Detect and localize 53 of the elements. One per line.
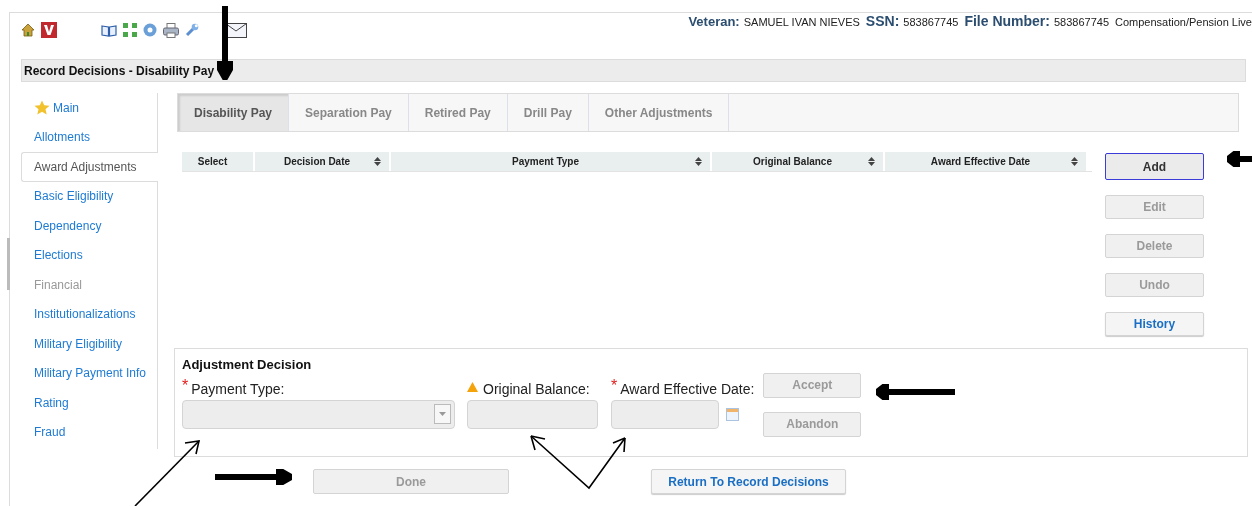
action-button[interactable]: Add (1105, 153, 1204, 180)
annotation-arrow (1227, 151, 1252, 167)
sidebar-item[interactable]: Rating (21, 388, 157, 418)
sidebar-item[interactable]: Main (21, 93, 157, 123)
action-button[interactable]: History (1105, 312, 1204, 336)
wrench-icon[interactable] (185, 23, 199, 37)
v-logo-icon[interactable] (41, 22, 57, 38)
sidebar-item[interactable]: Award Adjustments (21, 152, 158, 182)
sidebar-item[interactable]: Military Payment Info (21, 358, 157, 388)
column-header[interactable]: Original Balance (712, 152, 883, 171)
sidebar-item[interactable]: Institutionalizations (21, 299, 157, 329)
star-icon (34, 100, 50, 116)
column-header[interactable]: Decision Date (255, 152, 389, 171)
ssn-label: SSN: (865, 12, 900, 31)
sort-icon (1071, 157, 1078, 166)
tab[interactable]: Separation Pay (289, 94, 409, 131)
required-mark: * (182, 377, 189, 394)
action-button[interactable]: Return To Record Decisions (651, 469, 846, 494)
required-mark: * (611, 377, 618, 394)
veteran-name: SAMUEL IVAN NIEVES (743, 15, 860, 30)
file-number-label: File Number: (964, 12, 1050, 31)
column-header[interactable]: Payment Type (391, 152, 710, 171)
sidebar-item[interactable]: Fraud (21, 417, 157, 447)
sort-icon (868, 157, 875, 166)
calendar-icon[interactable] (726, 407, 739, 421)
tab[interactable]: Drill Pay (507, 94, 589, 131)
sidebar-item[interactable]: Dependency (21, 211, 157, 241)
page-title: Record Decisions - Disability Pay (24, 62, 215, 80)
tab[interactable]: Retired Pay (408, 94, 508, 131)
panel-title: Adjustment Decision (182, 356, 313, 374)
file-number-value: 583867745 (1053, 15, 1109, 30)
help-icon[interactable] (143, 23, 157, 37)
column-header[interactable]: Select (182, 152, 253, 171)
home-icon[interactable] (21, 23, 35, 37)
tab[interactable]: Other Adjustments (588, 94, 730, 131)
ssn-value: 583867745 (903, 15, 959, 30)
sidebar-item[interactable]: Elections (21, 240, 157, 270)
field-label: Original Balance: (483, 379, 590, 399)
program-name: Compensation/Pension Live (1115, 15, 1252, 30)
field-label: Award Effective Date: (620, 379, 755, 399)
sort-icon (374, 157, 381, 166)
sidebar-item[interactable]: Basic Eligibility (21, 181, 157, 211)
sort-icon (695, 157, 702, 166)
book-icon[interactable] (101, 23, 117, 37)
sidebar-item[interactable]: Allotments (21, 122, 157, 152)
column-header[interactable]: Award Effective Date (885, 152, 1086, 171)
tab[interactable]: Disability Pay (178, 94, 290, 131)
sidebar-item[interactable]: Military Eligibility (21, 329, 157, 359)
expand-icon[interactable] (123, 23, 137, 37)
print-icon[interactable] (163, 22, 179, 38)
field-label: Payment Type: (191, 379, 285, 399)
annotation-arrow (133, 439, 201, 506)
veteran-label: Veteran: (688, 13, 740, 31)
